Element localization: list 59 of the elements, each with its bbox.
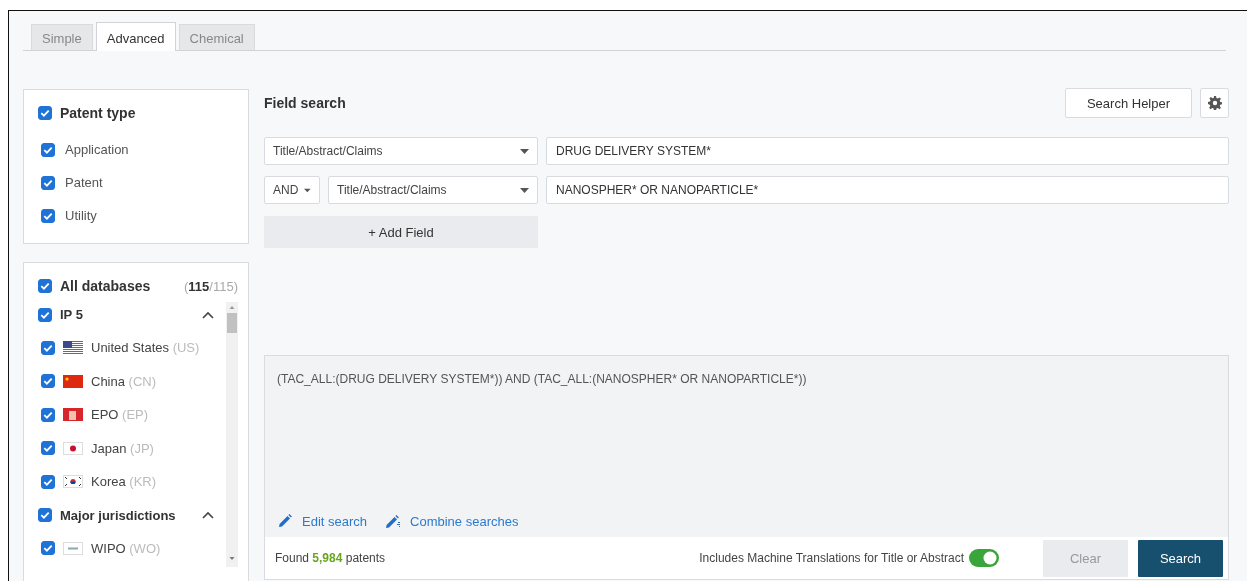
checkbox-label: Patent — [65, 175, 103, 190]
checkbox[interactable] — [38, 106, 52, 120]
star-flag-icon — [63, 374, 83, 388]
checkbox-label: Application — [65, 142, 129, 157]
jurisdiction-label: WIPO (WO) — [91, 540, 161, 556]
link[interactable]: Combine searches — [385, 513, 519, 529]
checkbox[interactable] — [41, 407, 55, 422]
checkbox[interactable] — [38, 307, 52, 322]
checkbox[interactable] — [41, 441, 55, 456]
scrollbar[interactable] — [226, 302, 238, 567]
circle-flag-icon — [63, 441, 83, 455]
checkbox[interactable] — [41, 208, 55, 223]
settings-icon — [1207, 96, 1222, 110]
checkbox-label: Utility — [65, 208, 97, 223]
search-term-field[interactable]: NANOSPHER* OR NANOPARTICLE* — [546, 176, 1229, 204]
checkbox[interactable] — [38, 279, 52, 293]
checkbox[interactable] — [41, 142, 55, 157]
caret-icon — [520, 148, 529, 154]
jurisdiction-label: United States (US) — [91, 340, 200, 356]
checkbox[interactable] — [41, 175, 55, 190]
field-dropdown[interactable]: Title/Abstract/Claims — [264, 137, 538, 165]
jurisdiction-label: EPO (EP) — [91, 407, 149, 423]
checkbox[interactable] — [41, 340, 55, 355]
operator-dropdown[interactable]: AND — [264, 176, 320, 204]
section-title: Field search — [264, 95, 346, 111]
striped-flag-icon — [63, 341, 83, 355]
chevron-up-icon[interactable] — [202, 511, 214, 519]
jurisdiction-label: Korea (KR) — [91, 474, 157, 490]
group-label: IP 5 — [60, 307, 83, 322]
group-label: All databases — [60, 278, 151, 294]
result-count: Found 5,984 patents — [275, 551, 386, 565]
group-label: Major jurisdictions — [60, 507, 176, 523]
tab[interactable]: Advanced — [95, 22, 176, 51]
pencil-icon — [277, 513, 293, 529]
search-term-field[interactable]: DRUG DELIVERY SYSTEM* — [546, 137, 1229, 165]
link[interactable]: Edit search — [277, 513, 368, 529]
query-text: (TAC_ALL:(DRUG DELIVERY SYSTEM*)) AND (TAC_ALL:(NANOSPHER* OR NANOPARTICLE*)) — [276, 371, 808, 388]
search-button[interactable]: Search — [1138, 539, 1223, 577]
field-dropdown[interactable]: Title/Abstract/Claims — [328, 176, 538, 204]
chevron-up-icon[interactable] — [202, 310, 214, 319]
search-helper-button[interactable]: Search Helper — [1065, 88, 1192, 118]
toggle-label: Includes Machine Translations for Title or Abstract — [699, 551, 964, 565]
settings-button[interactable] — [1200, 88, 1229, 118]
checkbox[interactable] — [41, 374, 55, 389]
caret-icon — [520, 187, 529, 193]
flag-icon — [63, 408, 83, 422]
database-count: (115/115) — [184, 278, 238, 294]
jurisdiction-label: China (CN) — [91, 373, 156, 389]
group-label: Patent type — [60, 105, 136, 121]
pencil-sparkle-icon — [385, 513, 402, 529]
flag-icon — [63, 541, 83, 555]
jurisdiction-label: Japan (JP) — [91, 440, 154, 456]
toggle-switch[interactable] — [969, 549, 999, 567]
checkbox[interactable] — [38, 508, 52, 522]
circle-flag-icon — [63, 475, 83, 489]
add-field-button[interactable]: + Add Field — [264, 216, 538, 248]
checkbox[interactable] — [41, 541, 55, 556]
caret-icon — [304, 187, 311, 193]
checkbox[interactable] — [41, 474, 55, 489]
